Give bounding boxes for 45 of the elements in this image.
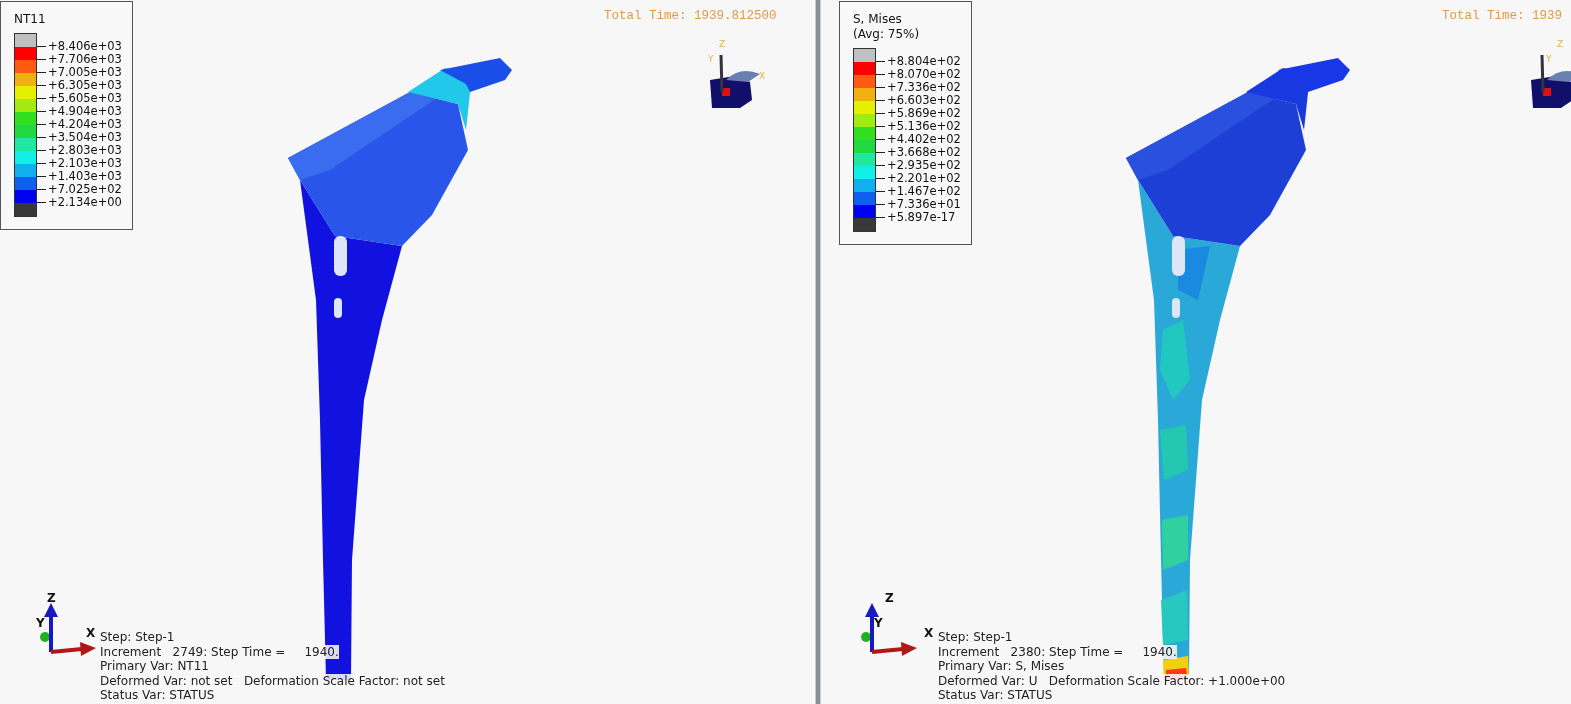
legend-value: +2.201e+02: [887, 171, 961, 185]
axis-label: X: [759, 72, 766, 81]
legend-value: +5.897e-17: [887, 210, 956, 224]
axis-label: X: [86, 627, 96, 639]
legend-value: +3.504e+03: [48, 130, 122, 144]
legend-value: +6.603e+02: [887, 93, 961, 107]
axis-label: X: [924, 627, 934, 639]
legend-value: +2.803e+03: [48, 143, 122, 157]
view-cube-drawing: [1531, 54, 1571, 108]
legend-value: +5.136e+02: [887, 119, 961, 133]
legend-value: +3.668e+02: [887, 145, 961, 159]
axis-label: Y: [36, 617, 45, 629]
legend-value: +2.103e+03: [48, 156, 122, 170]
legend-value: +7.005e+03: [48, 65, 122, 79]
legend-value: +4.904e+03: [48, 104, 122, 118]
total-time-label: Total Time: 1939: [1442, 9, 1563, 23]
view-cube-drawing: [710, 54, 760, 108]
legend-value: +1.467e+02: [887, 184, 961, 198]
legend-value: +1.403e+03: [48, 169, 122, 183]
legend-value: +7.025e+02: [48, 182, 122, 196]
legend-value: +8.070e+02: [887, 67, 961, 81]
legend-value: +2.935e+02: [887, 158, 961, 172]
axis-label: Z: [719, 40, 726, 49]
legend-title: (Avg: 75%): [853, 27, 920, 42]
legend-value: +4.402e+02: [887, 132, 961, 146]
legend-value: +5.869e+02: [887, 106, 961, 120]
axis-triad-icon: [861, 603, 917, 656]
legend-value: +8.804e+02: [887, 54, 961, 68]
axis-label: Z: [885, 592, 894, 604]
legend-title: NT11: [14, 12, 46, 27]
axis-label: Z: [47, 592, 56, 604]
legend-value: +7.706e+03: [48, 52, 122, 66]
axis-label: Y: [708, 55, 714, 64]
legend-value: +7.336e+01: [887, 197, 961, 211]
axis-label: Y: [874, 617, 883, 629]
legend-value: +7.336e+02: [887, 80, 961, 94]
legend-value: +2.134e+00: [48, 195, 122, 209]
legend-title: S, Mises: [853, 12, 902, 27]
axis-label: Y: [1546, 55, 1552, 64]
legend-value: +5.605e+03: [48, 91, 122, 105]
axis-label: Z: [1557, 40, 1564, 49]
legend-value: +6.305e+03: [48, 78, 122, 92]
legend-value: +4.204e+03: [48, 117, 122, 131]
legend-value: +8.406e+03: [48, 39, 122, 53]
total-time-label: Total Time: 1939.812500: [604, 9, 777, 23]
